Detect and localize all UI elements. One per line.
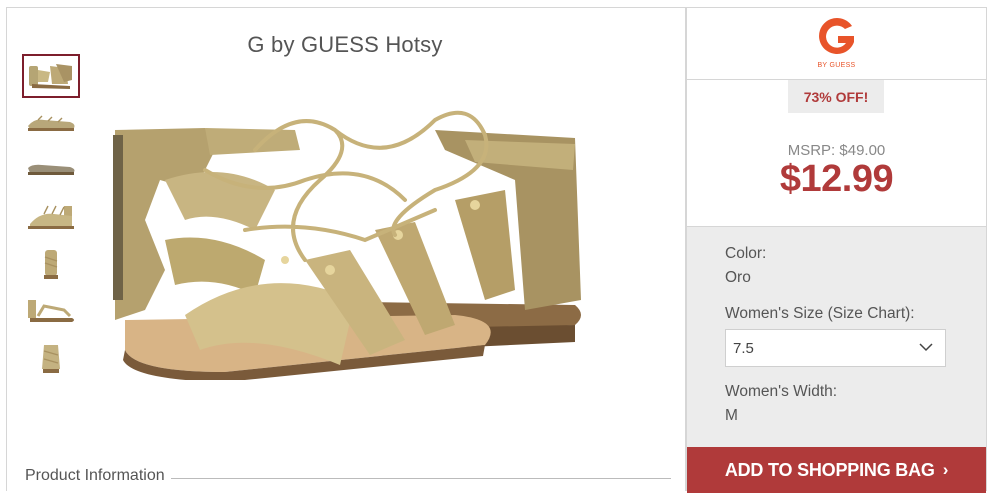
thumbnail-sole-view[interactable] bbox=[22, 148, 80, 192]
product-name: Hotsy bbox=[385, 32, 443, 57]
sandal-outer-icon bbox=[28, 205, 74, 229]
add-to-bag-label: ADD TO SHOPPING BAG bbox=[724, 459, 935, 480]
size-select[interactable]: 7.5 bbox=[725, 329, 946, 367]
gladiator-sandal-illustration bbox=[113, 110, 581, 382]
color-value: Oro bbox=[725, 269, 751, 286]
brand-logo-caption: BY GUESS bbox=[817, 62, 856, 69]
sandal-sole-icon bbox=[28, 164, 75, 175]
product-information-label[interactable]: Product Information bbox=[25, 467, 165, 485]
sale-price: $12.99 bbox=[779, 158, 894, 200]
discount-badge: 73% OFF! bbox=[788, 80, 884, 113]
chevron-right-icon: › bbox=[942, 460, 949, 479]
thumbnail-side-view[interactable] bbox=[22, 101, 80, 145]
size-select-value: 7.5 bbox=[733, 340, 754, 357]
main-product-image[interactable] bbox=[105, 110, 590, 382]
add-to-shopping-bag-button[interactable]: ADD TO SHOPPING BAG › bbox=[687, 447, 986, 493]
msrp-price: MSRP: $49.00 bbox=[787, 142, 886, 159]
thumbnail-heel-view[interactable] bbox=[22, 336, 80, 380]
thumbnail-pair-front-view[interactable] bbox=[22, 54, 80, 98]
brand-logo-box[interactable]: BY GUESS bbox=[687, 8, 986, 80]
sandal-top-icon bbox=[28, 300, 74, 322]
section-divider bbox=[170, 477, 671, 479]
width-label: Women's Width: bbox=[725, 383, 838, 400]
product-options: Color: Oro Women's Size (Size Chart): 7.… bbox=[687, 226, 986, 493]
brand-logo-icon bbox=[819, 17, 854, 54]
width-value: M bbox=[725, 407, 738, 424]
product-information-section: Product Information bbox=[25, 466, 671, 486]
product-brand: G by GUESS bbox=[247, 32, 380, 57]
purchase-panel: BY GUESS 73% OFF! MSRP: $49.00 $12.99 Co… bbox=[686, 7, 987, 493]
sandal-pair-icon bbox=[29, 64, 72, 89]
thumbnail-back-view[interactable] bbox=[22, 242, 80, 286]
color-label: Color: bbox=[725, 245, 767, 262]
size-label[interactable]: Women's Size (Size Chart): bbox=[725, 305, 915, 323]
sandal-heel-icon bbox=[42, 345, 60, 373]
thumbnail-top-view[interactable] bbox=[22, 289, 80, 333]
thumbnail-outer-side-view[interactable] bbox=[22, 195, 80, 239]
product-title: G by GUESS Hotsy bbox=[0, 32, 690, 58]
sandal-side-icon bbox=[28, 115, 75, 131]
chevron-down-icon bbox=[919, 343, 933, 352]
sandal-back-icon bbox=[44, 250, 58, 279]
